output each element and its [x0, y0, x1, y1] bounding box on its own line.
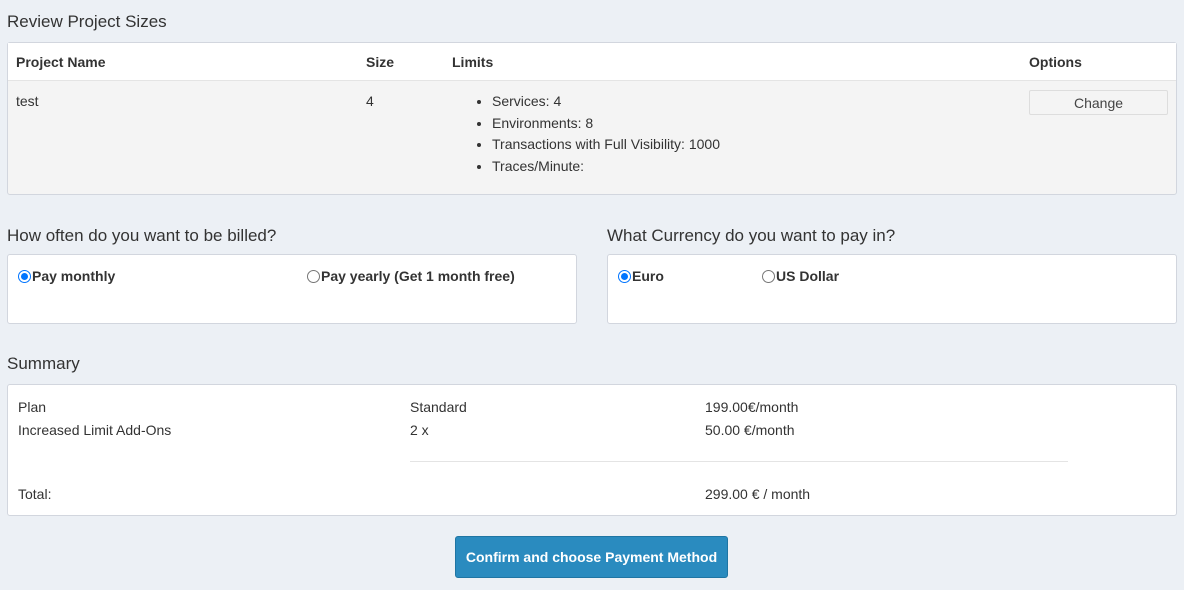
us-dollar-radio[interactable] [762, 269, 775, 283]
limit-item: Environments: 8 [492, 113, 720, 135]
table-row: test 4 Services: 4 Environments: 8 Trans… [8, 81, 1176, 195]
summary-panel: Plan Standard 199.00€/month Increased Li… [7, 384, 1177, 516]
billing-title: How often do you want to be billed? [7, 226, 277, 245]
plan-name: Standard [410, 399, 467, 415]
total-value: 299.00 € / month [705, 486, 811, 502]
column-options: Options [1029, 54, 1082, 70]
us-dollar-label: US Dollar [776, 268, 840, 284]
limits-list: Services: 4 Environments: 8 Transactions… [474, 91, 720, 177]
projects-table-header: Project Name Size Limits Options [8, 43, 1176, 81]
billing-options: Pay monthly Pay yearly (Get 1 month free… [7, 254, 577, 324]
euro-option[interactable]: Euro [618, 268, 664, 284]
project-name: test [16, 93, 39, 109]
column-limits: Limits [452, 54, 494, 70]
euro-radio[interactable] [618, 269, 631, 283]
projects-table: Project Name Size Limits Options test 4 … [7, 42, 1177, 195]
addons-price: 50.00 €/month [705, 422, 795, 438]
pay-yearly-option[interactable]: Pay yearly (Get 1 month free) [307, 268, 515, 284]
addons-quantity: 2 x [410, 422, 429, 438]
column-size: Size [366, 54, 395, 70]
review-title: Review Project Sizes [7, 12, 167, 31]
pay-yearly-label: Pay yearly (Get 1 month free) [321, 268, 515, 284]
limit-item: Transactions with Full Visibility: 1000 [492, 134, 720, 156]
euro-label: Euro [632, 268, 664, 284]
pay-monthly-radio[interactable] [18, 269, 31, 283]
currency-options: Euro US Dollar [607, 254, 1177, 324]
plan-label: Plan [18, 399, 47, 415]
currency-title: What Currency do you want to pay in? [607, 226, 896, 245]
limit-item: Services: 4 [492, 91, 720, 113]
plan-price: 199.00€/month [705, 399, 799, 415]
change-button[interactable]: Change [1029, 90, 1168, 115]
pay-yearly-radio[interactable] [307, 269, 320, 283]
confirm-payment-button[interactable]: Confirm and choose Payment Method [455, 536, 728, 578]
project-size: 4 [366, 93, 374, 109]
pay-monthly-option[interactable]: Pay monthly [18, 268, 115, 284]
summary-divider [410, 461, 1068, 462]
pay-monthly-label: Pay monthly [32, 268, 116, 284]
addons-label: Increased Limit Add-Ons [18, 422, 172, 438]
total-label: Total: [18, 486, 52, 502]
us-dollar-option[interactable]: US Dollar [762, 268, 839, 284]
column-project-name: Project Name [16, 54, 106, 70]
summary-title: Summary [7, 354, 80, 373]
limit-item: Traces/Minute: [492, 156, 720, 178]
